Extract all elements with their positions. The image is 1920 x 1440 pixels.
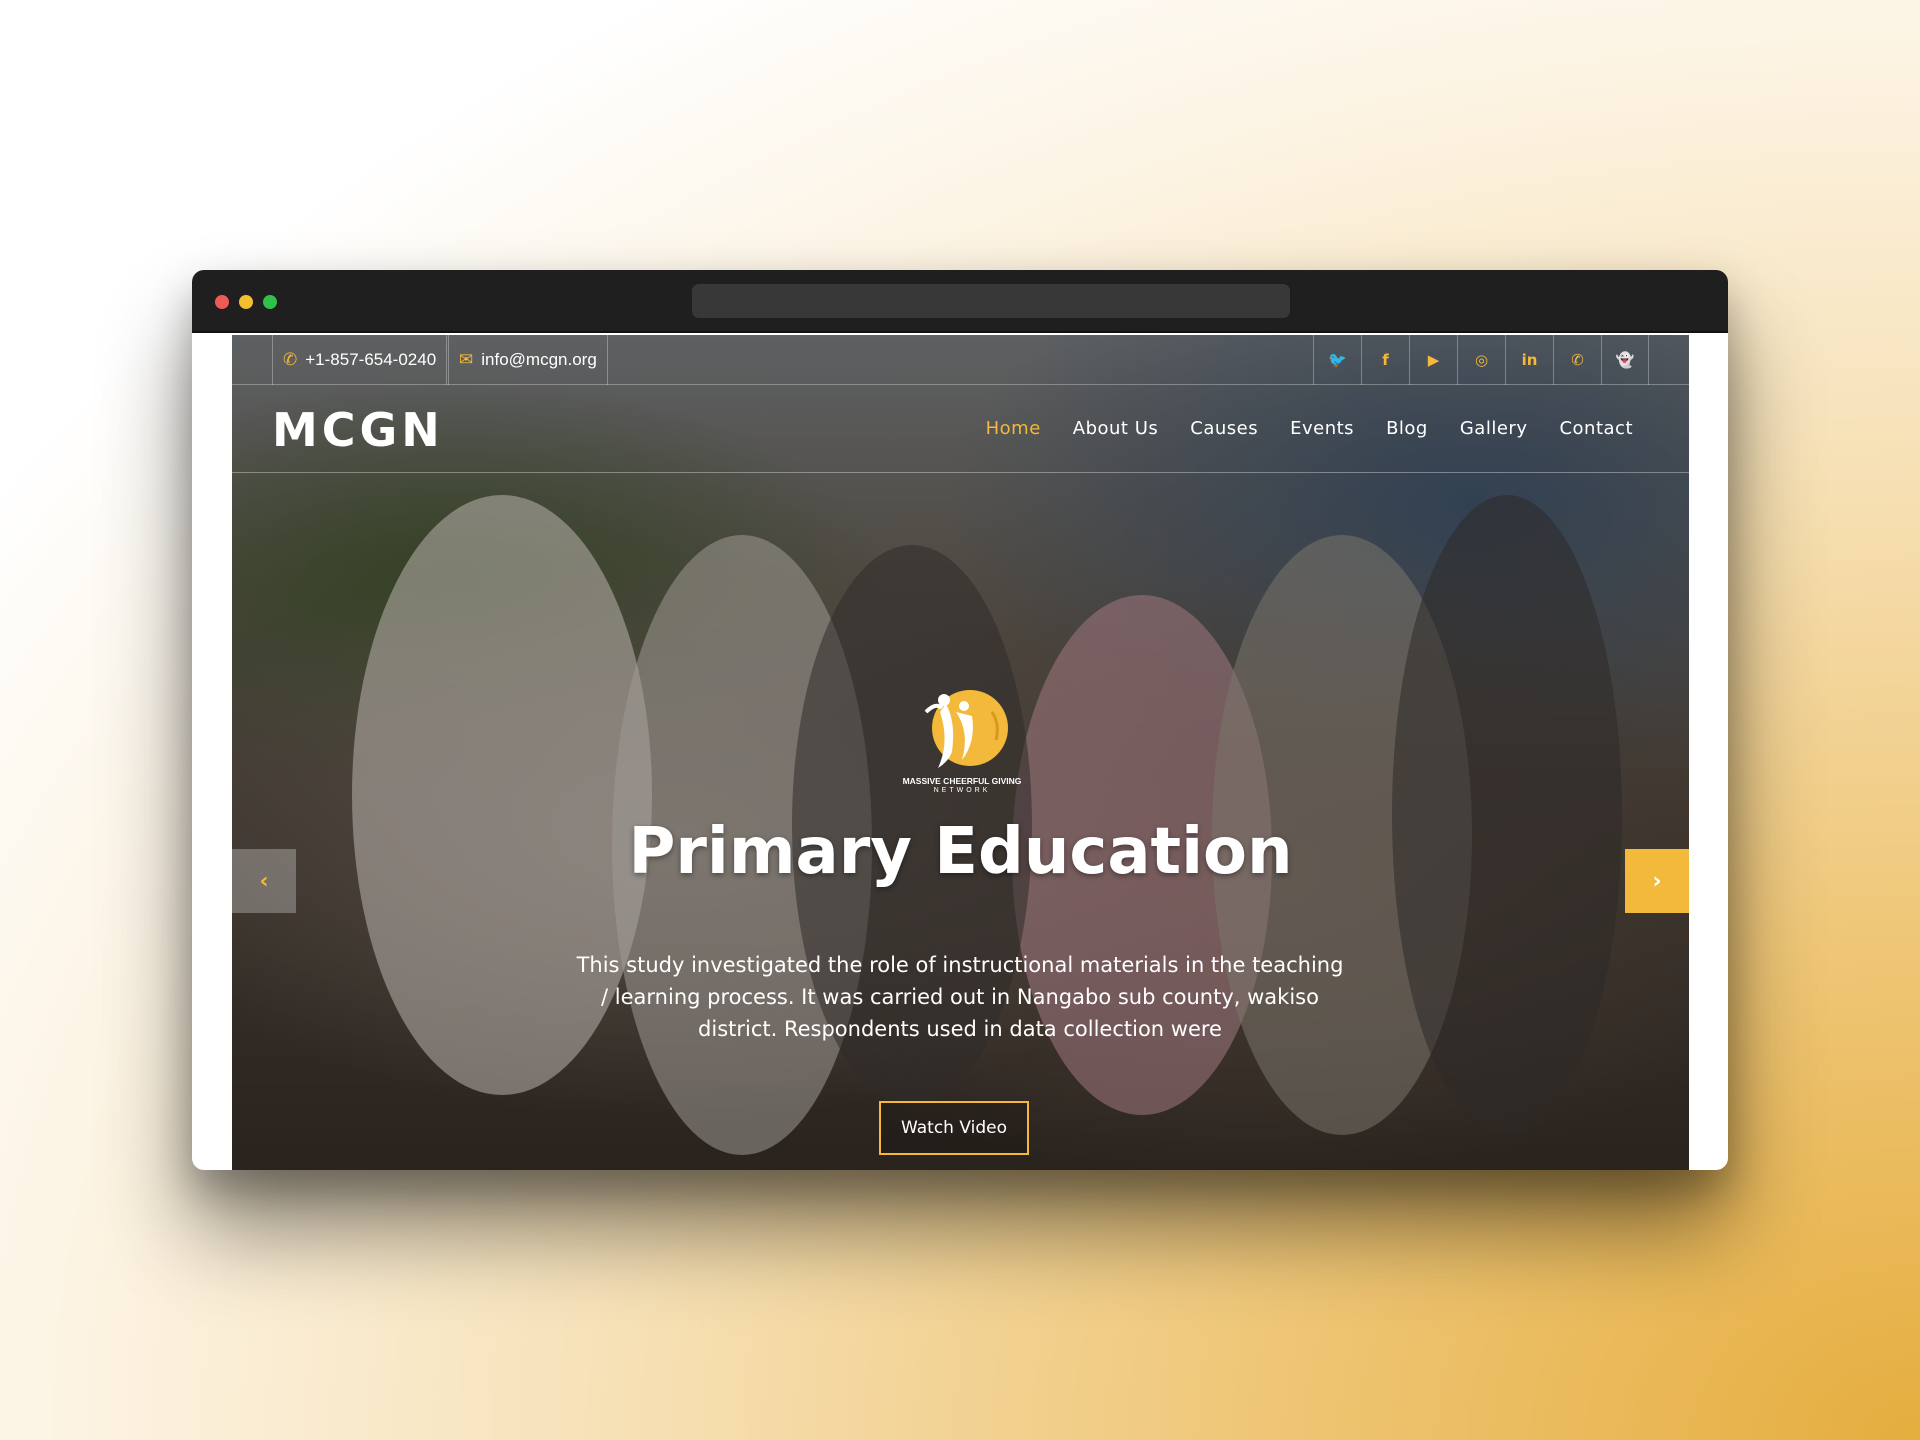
chevron-left-icon: ‹ [259, 868, 269, 894]
minimize-window-button[interactable] [239, 295, 253, 309]
whatsapp-icon[interactable]: ✆ [1553, 335, 1601, 385]
globe-hands-icon [924, 690, 1008, 768]
nav-item-contact[interactable]: Contact [1559, 418, 1633, 439]
close-window-button[interactable] [215, 295, 229, 309]
slider-next-button[interactable]: › [1625, 849, 1689, 913]
snapchat-icon[interactable]: 👻 [1601, 335, 1649, 385]
organization-emblem: MASSIVE CHEERFUL GIVING NETWORK [896, 682, 1028, 798]
slider-prev-button[interactable]: ‹ [232, 849, 296, 913]
main-navbar: MCGN Home About Us Causes Events Blog Ga… [232, 385, 1689, 473]
chevron-right-icon: › [1652, 868, 1662, 894]
slide-title: Primary Education [628, 815, 1293, 889]
main-menu: Home About Us Causes Events Blog Gallery… [986, 418, 1633, 439]
top-contact-bar: ✆ +1-857-654-0240 ✉ info@mcgn.org 🐦 f ▶ … [232, 335, 1689, 385]
youtube-icon[interactable]: ▶ [1409, 335, 1457, 385]
email-address: info@mcgn.org [481, 350, 597, 369]
nav-item-blog[interactable]: Blog [1386, 418, 1428, 439]
twitter-icon[interactable]: 🐦 [1313, 335, 1361, 385]
email-contact[interactable]: ✉ info@mcgn.org [448, 335, 608, 385]
browser-window: ✆ +1-857-654-0240 ✉ info@mcgn.org 🐦 f ▶ … [192, 270, 1728, 1170]
nav-item-events[interactable]: Events [1290, 418, 1354, 439]
address-bar[interactable] [692, 284, 1290, 318]
watch-video-button[interactable]: Watch Video [879, 1101, 1029, 1155]
nav-item-about-us[interactable]: About Us [1073, 418, 1159, 439]
linkedin-icon[interactable]: in [1505, 335, 1553, 385]
envelope-icon: ✉ [459, 350, 474, 369]
emblem-line2: NETWORK [933, 787, 991, 794]
phone-number: +1-857-654-0240 [305, 350, 437, 369]
instagram-icon[interactable]: ◎ [1457, 335, 1505, 385]
hero-slider: ✆ +1-857-654-0240 ✉ info@mcgn.org 🐦 f ▶ … [232, 335, 1689, 1170]
site-logo[interactable]: MCGN [272, 403, 444, 457]
browser-chrome [192, 270, 1728, 333]
nav-item-causes[interactable]: Causes [1190, 418, 1258, 439]
phone-icon: ✆ [283, 350, 298, 369]
emblem-caption: MASSIVE CHEERFUL GIVING NETWORK [896, 776, 1028, 796]
nav-item-gallery[interactable]: Gallery [1460, 418, 1528, 439]
emblem-line1: MASSIVE CHEERFUL GIVING [902, 776, 1022, 786]
social-links: 🐦 f ▶ ◎ in ✆ 👻 [1313, 335, 1649, 385]
phone-contact[interactable]: ✆ +1-857-654-0240 [272, 335, 448, 385]
facebook-icon[interactable]: f [1361, 335, 1409, 385]
maximize-window-button[interactable] [263, 295, 277, 309]
slide-description: This study investigated the role of inst… [576, 953, 1344, 1041]
nav-item-home[interactable]: Home [986, 418, 1041, 439]
